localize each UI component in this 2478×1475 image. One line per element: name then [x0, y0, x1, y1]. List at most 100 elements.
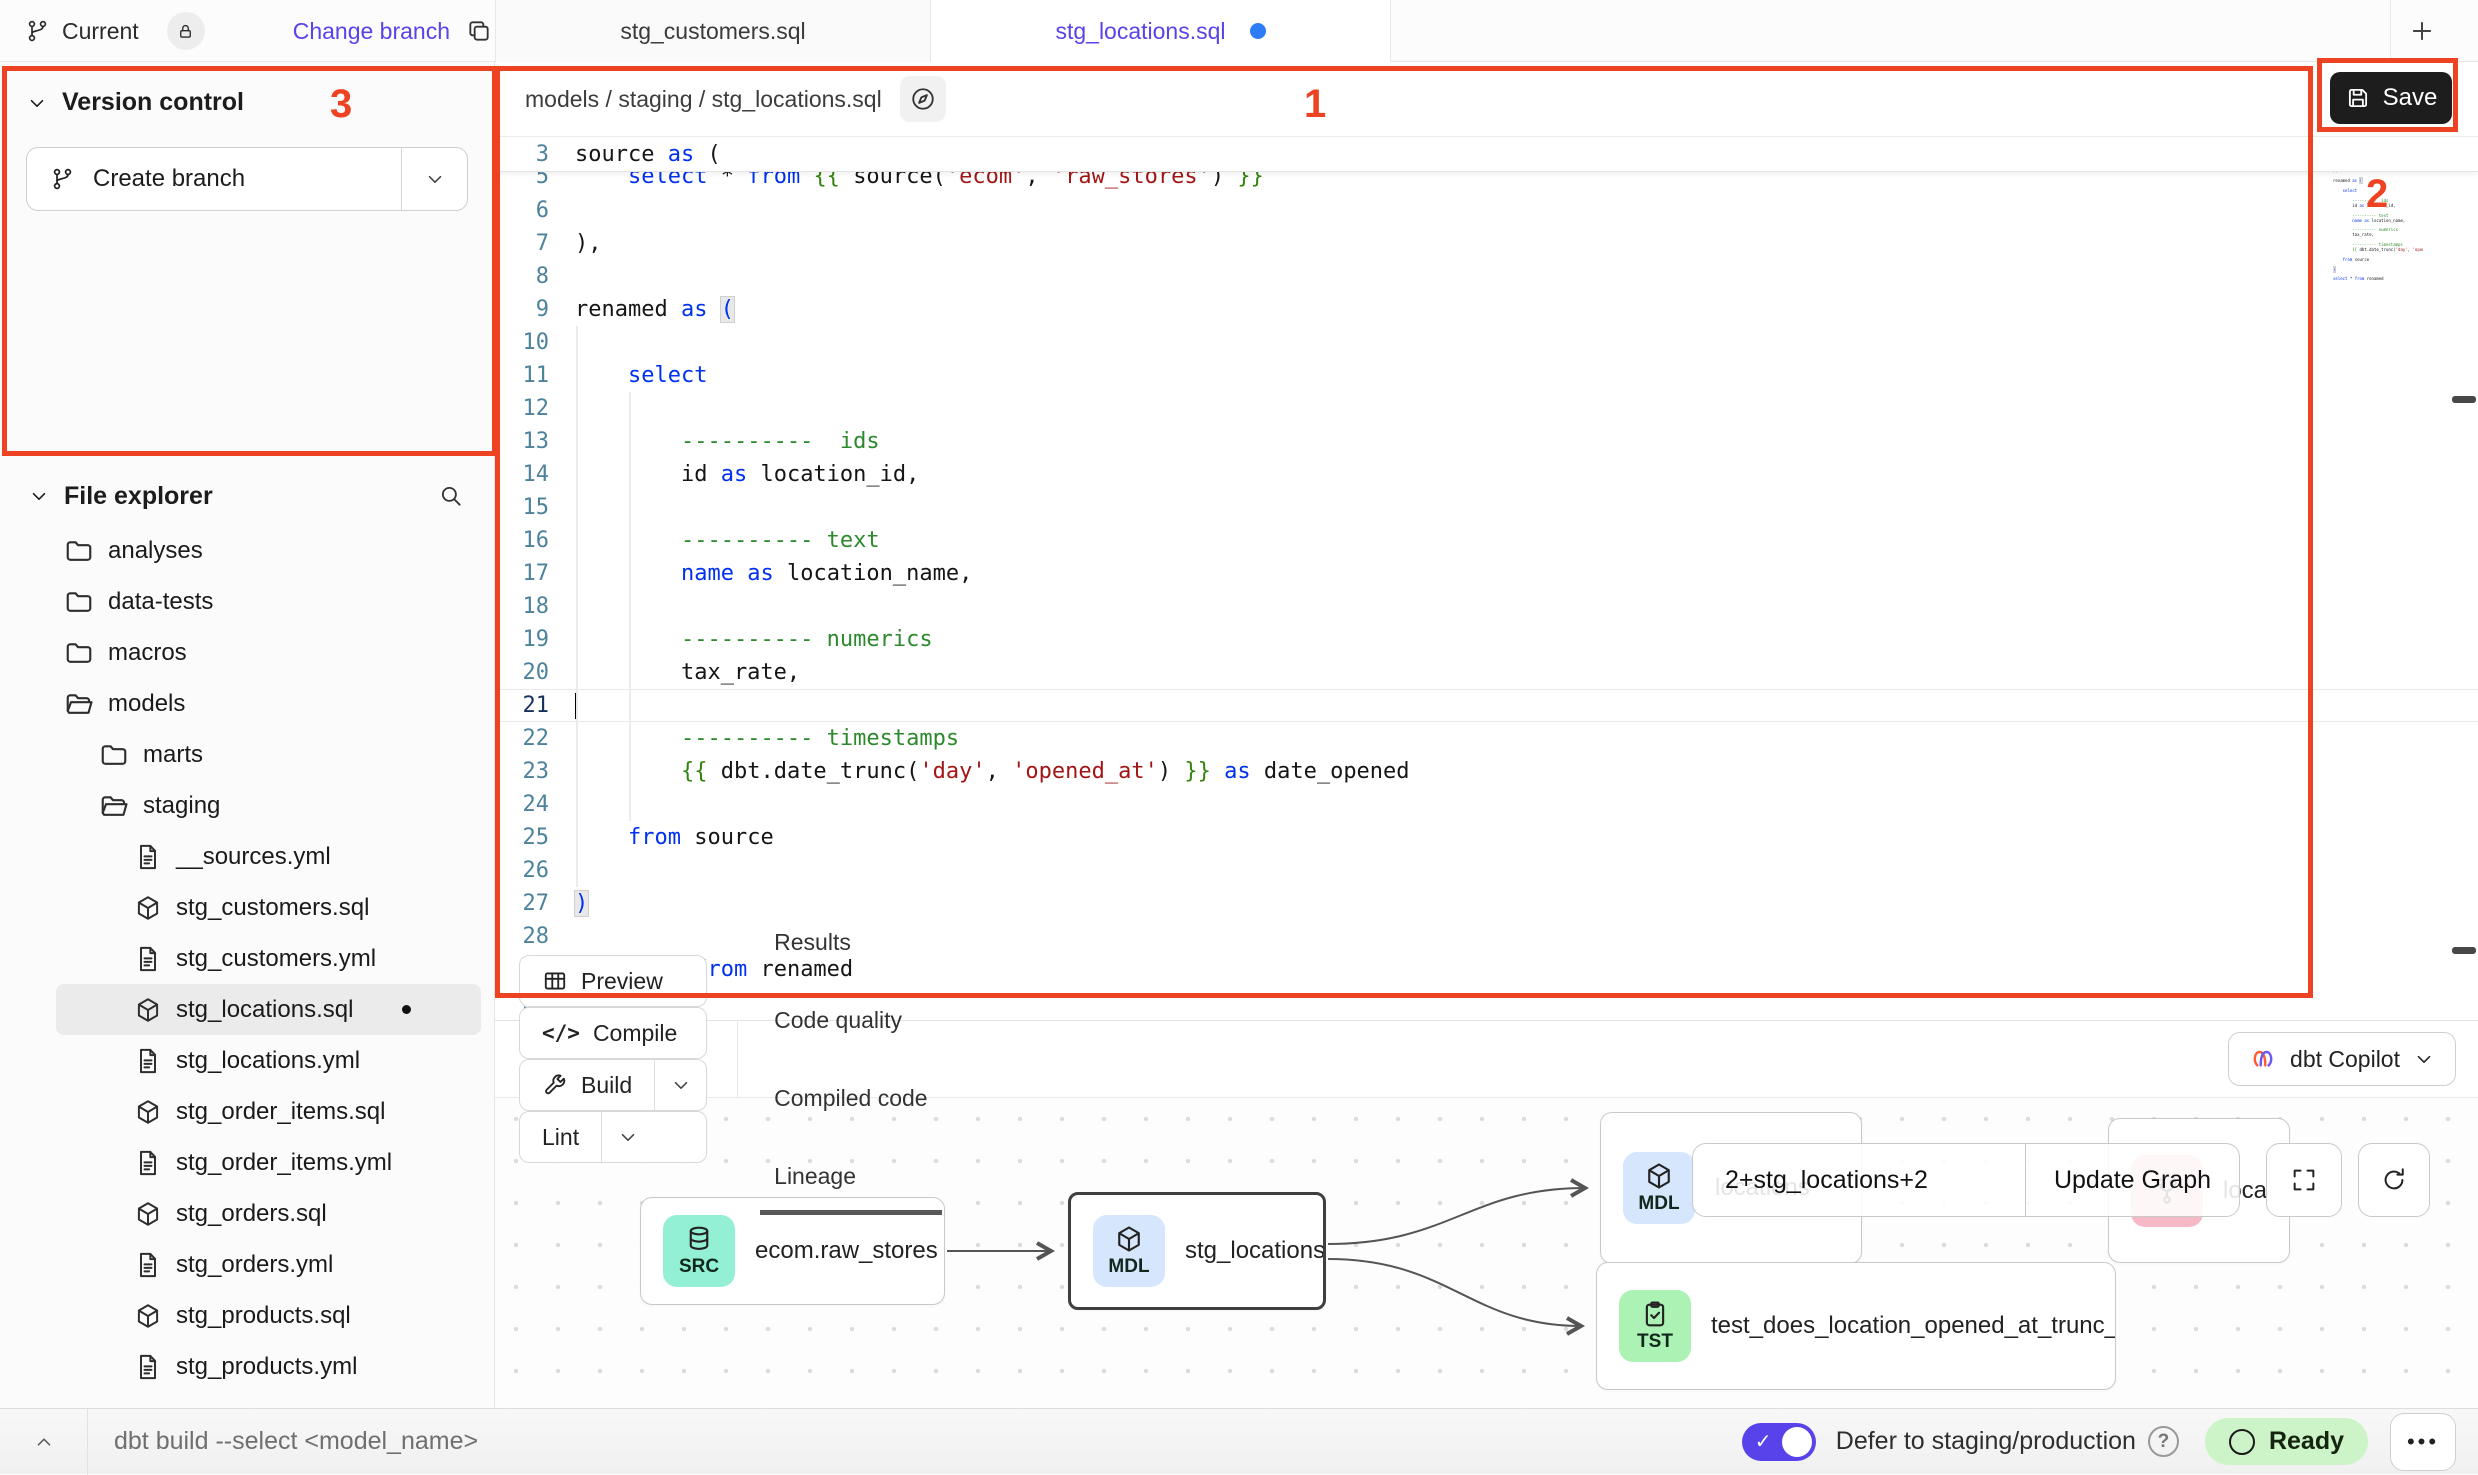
panel-tab-lineage[interactable]: Lineage [768, 1137, 933, 1215]
file-name: stg_customers.sql [176, 894, 369, 922]
more-options-button[interactable]: ••• [2390, 1413, 2456, 1471]
code-line-16[interactable]: 16 ---------- text [495, 524, 2478, 557]
code-line-26[interactable]: 26 [495, 854, 2478, 887]
resize-handle[interactable] [2452, 947, 2476, 954]
build-dropdown[interactable] [654, 1060, 706, 1110]
help-icon[interactable]: ? [2148, 1426, 2179, 1457]
file-tree-item-stg_order_items.sql[interactable]: stg_order_items.sql [56, 1086, 481, 1137]
file-tree-item-analyses[interactable]: analyses [56, 525, 481, 576]
code-line-23[interactable]: 23 {{ dbt.date_trunc('day', 'opened_at')… [495, 755, 2478, 788]
action-label: Compile [593, 1020, 677, 1047]
file-tree-item-stg_products.sql[interactable]: stg_products.sql [56, 1290, 481, 1341]
code-line-18[interactable]: 18 [495, 590, 2478, 623]
code-line-3[interactable]: 3source as ( [495, 137, 2478, 172]
code-line-12[interactable]: 12 [495, 392, 2478, 425]
file-tree-item-data-tests[interactable]: data-tests [56, 576, 481, 627]
new-tab-button[interactable] [2408, 17, 2436, 45]
file-name: stg_orders.yml [176, 1251, 333, 1279]
file-tree-item-stg_orders.sql[interactable]: stg_orders.sql [56, 1188, 481, 1239]
current-branch[interactable]: Current [26, 12, 205, 50]
file-tree-item-stg_orders.yml[interactable]: stg_orders.yml [56, 1239, 481, 1290]
code-line-25[interactable]: 25 from source [495, 821, 2478, 854]
search-icon[interactable] [438, 483, 464, 509]
file-tree-item-staging[interactable]: staging [56, 780, 481, 831]
code-line-22[interactable]: 22 ---------- timestamps [495, 722, 2478, 755]
collapse-panel-button[interactable] [0, 1409, 88, 1475]
code-line-20[interactable]: 20 tax_rate, [495, 656, 2478, 689]
file-tree-item-stg_products.yml[interactable]: stg_products.yml [56, 1341, 481, 1392]
command-input[interactable]: dbt build --select <model_name> [114, 1427, 478, 1456]
save-button[interactable]: Save [2330, 72, 2452, 124]
sidebar: Version control Create branch File explo… [0, 62, 495, 1408]
code-line-19[interactable]: 19 ---------- numerics [495, 623, 2478, 656]
lint-dropdown[interactable] [601, 1112, 653, 1162]
chevron-down-icon[interactable] [28, 485, 50, 507]
panel-tab-compiled-code[interactable]: Compiled code [768, 1059, 933, 1137]
code-line-5[interactable]: 5 select * from {{ source('ecom', 'raw_s… [495, 172, 2478, 193]
panel-tab-results[interactable]: Results [768, 903, 933, 981]
file-tree-item-stg_customers.sql[interactable]: stg_customers.sql [56, 882, 481, 933]
code-text: ---------- numerics [565, 627, 933, 652]
code-text: ) [565, 891, 588, 916]
file-tree-item-macros[interactable]: macros [56, 627, 481, 678]
chevron-down-icon[interactable] [26, 92, 48, 114]
code-line-7[interactable]: 7), [495, 227, 2478, 260]
file-tree-item-stg_customers.yml[interactable]: stg_customers.yml [56, 933, 481, 984]
docs-compass-button[interactable] [900, 76, 946, 122]
unsaved-dot [402, 1005, 411, 1014]
code-line-17[interactable]: 17 name as location_name, [495, 557, 2478, 590]
code-line-11[interactable]: 11 select [495, 359, 2478, 392]
code-line-9[interactable]: 9renamed as ( [495, 293, 2478, 326]
wrench-icon [542, 1072, 568, 1098]
resize-handle[interactable] [2452, 396, 2476, 403]
panel-tab-code-quality[interactable]: Code quality [768, 981, 933, 1059]
create-branch-button[interactable]: Create branch [26, 147, 468, 211]
code-text: ---------- timestamps [565, 726, 959, 751]
lineage-selector-input[interactable]: 2+stg_locations+2 [1693, 1144, 2025, 1216]
file-tree-item-__sources.yml[interactable]: __sources.yml [56, 831, 481, 882]
compile-button[interactable]: </>Compile [519, 1007, 707, 1059]
tab-stg_locations.sql[interactable]: stg_locations.sql [931, 0, 1391, 62]
code-text: source as ( [565, 142, 721, 167]
tab-stg_customers.sql[interactable]: stg_customers.sql [495, 0, 931, 62]
code-editor[interactable]: 3source as (5 select * from {{ source('e… [495, 137, 2478, 1020]
line-number: 13 [495, 429, 565, 454]
folder-icon [64, 587, 94, 617]
line-number: 27 [495, 891, 565, 916]
file-tree-item-marts[interactable]: marts [56, 729, 481, 780]
code-line-10[interactable]: 10 [495, 326, 2478, 359]
update-graph-button[interactable]: Update Graph [2025, 1144, 2239, 1216]
file-tree-item-stg_locations.yml[interactable]: stg_locations.yml [56, 1035, 481, 1086]
lineage-node-test_does_location_opened_at_trunc_t[interactable]: TSTtest_does_location_opened_at_trunc_t… [1596, 1262, 2116, 1390]
indent-guide [629, 392, 631, 821]
build-button[interactable]: Build [519, 1059, 707, 1111]
code-text: ), [565, 231, 602, 256]
code-line-24[interactable]: 24 [495, 788, 2478, 821]
copy-icon[interactable] [466, 18, 492, 44]
refresh-button[interactable] [2358, 1143, 2430, 1217]
editor-tab-bar: stg_customers.sqlstg_locations.sql [495, 0, 1391, 62]
file-tree-item-stg_locations.sql[interactable]: stg_locations.sql [56, 984, 481, 1035]
file-tree-item-stg_order_items.yml[interactable]: stg_order_items.yml [56, 1137, 481, 1188]
file-name: stg_locations.yml [176, 1047, 360, 1075]
refresh-icon [2380, 1166, 2408, 1194]
code-text: ---------- text [565, 528, 880, 553]
code-line-13[interactable]: 13 ---------- ids [495, 425, 2478, 458]
create-branch-dropdown[interactable] [401, 148, 467, 210]
dbt-copilot-button[interactable]: dbt Copilot [2228, 1032, 2456, 1086]
tab-bar-divider [2390, 0, 2391, 62]
fullscreen-button[interactable] [2266, 1143, 2342, 1217]
code-line-6[interactable]: 6 [495, 194, 2478, 227]
editor-panel: models / staging / stg_locations.sql 3so… [495, 62, 2478, 1020]
status-badge[interactable]: Ready [2205, 1418, 2368, 1465]
change-branch-link[interactable]: Change branch [293, 18, 450, 45]
preview-button[interactable]: Preview [519, 955, 707, 1007]
file-tree-item-models[interactable]: models [56, 678, 481, 729]
code-line-21[interactable]: 21 [495, 689, 2478, 722]
code-line-8[interactable]: 8 [495, 260, 2478, 293]
defer-toggle[interactable]: ✓ [1742, 1423, 1816, 1461]
lineage-node-stg_locations[interactable]: MDLstg_locations [1068, 1192, 1326, 1310]
code-line-15[interactable]: 15 [495, 491, 2478, 524]
code-line-14[interactable]: 14 id as location_id, [495, 458, 2478, 491]
lint-button[interactable]: Lint [519, 1111, 707, 1163]
